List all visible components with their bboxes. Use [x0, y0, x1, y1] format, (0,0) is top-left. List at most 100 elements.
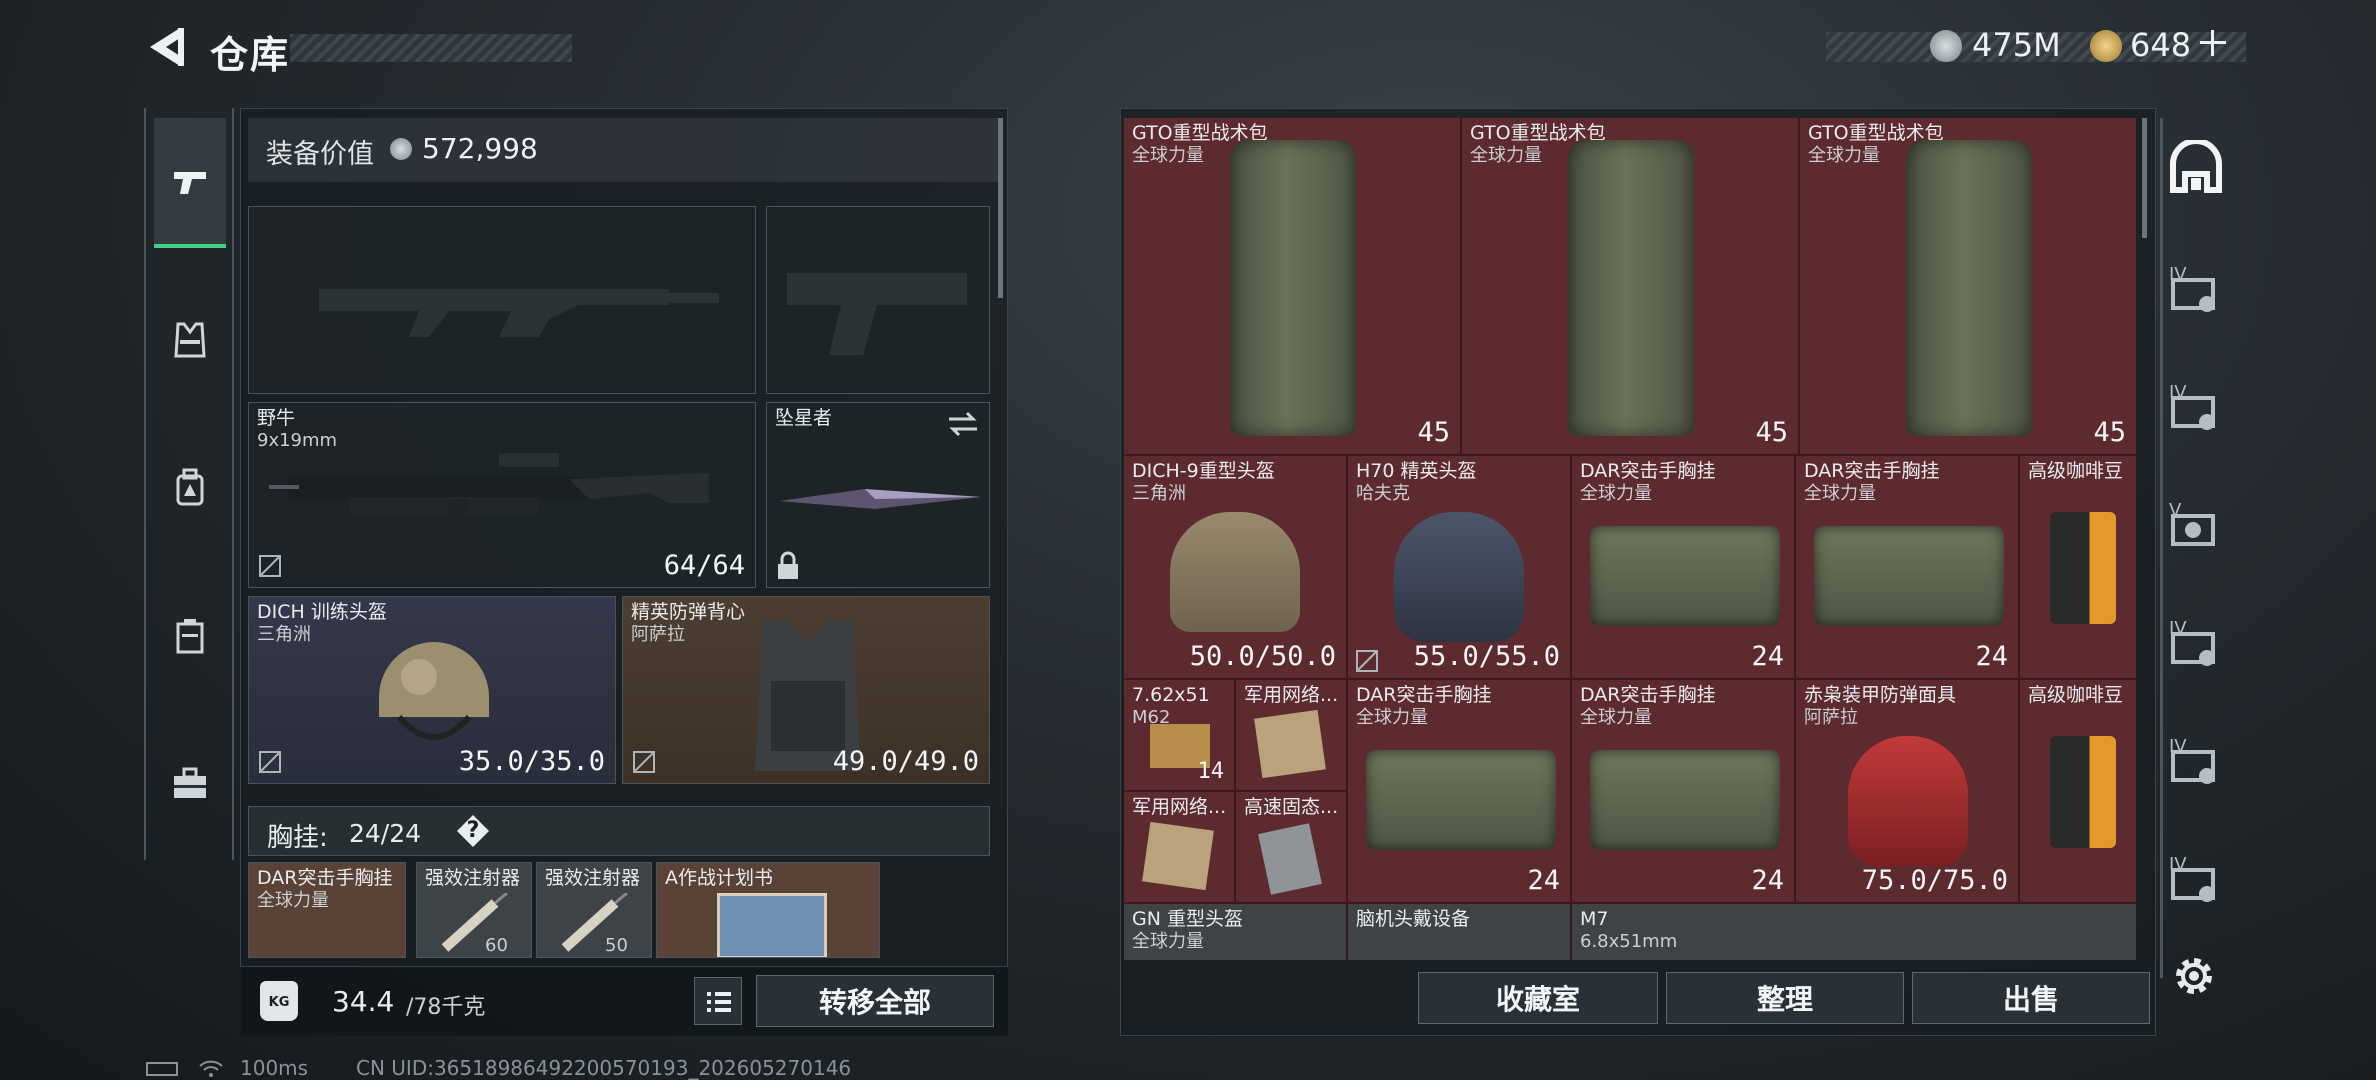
weight-icon: KG: [260, 981, 298, 1021]
back-button[interactable]: [140, 22, 188, 72]
rig-item-dar[interactable]: DAR突击手胸挂 全球力量: [248, 862, 406, 958]
chest-rig-label: 胸挂:: [267, 823, 328, 853]
tab-storage-iv-4[interactable]: IV: [2163, 730, 2229, 796]
tab-chest-rig[interactable]: [154, 276, 226, 406]
storage-item[interactable]: DAR突击手胸挂 全球力量 24: [1572, 680, 1796, 904]
storage-item[interactable]: 脑机头戴设备: [1348, 904, 1572, 960]
sort-button[interactable]: 整理: [1666, 972, 1904, 1024]
vest-icon: [176, 619, 204, 654]
storage-item[interactable]: 高级咖啡豆: [2020, 456, 2136, 680]
backpack-image: [1906, 140, 2032, 436]
ssd-image: [1258, 823, 1322, 895]
storage-item[interactable]: DAR突击手胸挂 全球力量 24: [1348, 680, 1572, 904]
storage-item[interactable]: 高级咖啡豆: [2020, 680, 2136, 904]
back-arrow-icon: [150, 28, 184, 66]
tab-level-label: V: [2169, 500, 2182, 521]
tab-storage-iv-3[interactable]: IV: [2163, 612, 2229, 678]
item-label: 高级咖啡豆: [2028, 460, 2124, 482]
add-currency-button[interactable]: [2196, 26, 2230, 60]
secondary-weapon-slot-empty[interactable]: [766, 206, 990, 394]
item-value: 45: [2093, 417, 2126, 448]
equipment-value: 572,998: [422, 132, 538, 165]
sell-button[interactable]: 出售: [1912, 972, 2150, 1024]
wifi-icon: [199, 1060, 223, 1077]
armor-slot[interactable]: 精英防弹背心 阿萨拉 49.0/49.0: [622, 596, 990, 784]
rig-item-label: 强效注射器: [425, 867, 521, 889]
storage-item[interactable]: DAR突击手胸挂 全球力量 24: [1796, 456, 2020, 680]
loadout-bottom-bar: KG 34.4 /78千克 转移全部: [240, 966, 1008, 1036]
item-label: DAR突击手胸挂 全球力量: [1580, 684, 1716, 728]
tab-storage-iv-5[interactable]: IV: [2163, 848, 2229, 914]
storage-item[interactable]: DAR突击手胸挂 全球力量 24: [1572, 456, 1796, 680]
storage-item[interactable]: M7 6.8x51mm: [1572, 904, 2136, 960]
rig-item-amount: 50: [605, 935, 628, 956]
tab-storage-home[interactable]: [2163, 138, 2229, 206]
storage-scrollbar[interactable]: [2142, 118, 2147, 238]
storage-grid: GTO重型战术包 全球力量 45 GTO重型战术包 全球力量 45 GTO重型战术包…: [1124, 118, 2136, 960]
tab-weapons[interactable]: [154, 118, 226, 248]
storage-item[interactable]: H70 精英头盔 哈夫克 55.0/55.0: [1348, 456, 1572, 680]
storage-item[interactable]: 赤枭装甲防弹面具 阿萨拉 75.0/75.0: [1796, 680, 2020, 904]
tab-storage-iv-1[interactable]: IV: [2163, 258, 2229, 324]
briefcase-icon: [174, 767, 206, 798]
collection-room-button[interactable]: 收藏室: [1418, 972, 1658, 1024]
backpack-image: [1230, 140, 1356, 436]
tab-level-label: IV: [2169, 736, 2187, 757]
storage-item[interactable]: 军用网络...: [1236, 680, 1348, 792]
helmet-image: [1170, 512, 1300, 632]
item-label: 7.62x51 M62: [1132, 684, 1210, 728]
tab-storage-v[interactable]: V: [2163, 494, 2229, 560]
primary-weapon-slot[interactable]: 野牛 9x19mm 64/64: [248, 402, 756, 588]
storage-item[interactable]: 军用网络...: [1124, 792, 1236, 904]
currency-secondary: 648: [2130, 26, 2192, 64]
tab-case[interactable]: [154, 720, 226, 850]
helmet-slot[interactable]: DICH 训练头盔 三角洲 35.0/35.0: [248, 596, 616, 784]
helmet-image: [379, 642, 489, 740]
item-label: 高级咖啡豆: [2028, 684, 2124, 706]
primary-weapon-slot-empty[interactable]: [248, 206, 756, 394]
storage-item[interactable]: GTO重型战术包 全球力量 45: [1462, 118, 1800, 456]
storage-item[interactable]: DICH-9重型头盔 三角洲 50.0/50.0: [1124, 456, 1348, 680]
chest-rig-capacity: 24/24: [349, 819, 422, 848]
currency-primary: 475M: [1972, 26, 2061, 64]
rifle-silhouette-icon: [319, 289, 719, 337]
settings-button[interactable]: [2170, 952, 2218, 1000]
title-decoration: [290, 34, 572, 62]
melee-slot[interactable]: 坠星者: [766, 402, 990, 588]
pistol-silhouette-icon: [787, 273, 967, 355]
tab-backpack[interactable]: [154, 424, 226, 554]
rig-item-injector-1[interactable]: 强效注射器 60: [416, 862, 532, 958]
ping-text: 100ms: [240, 1056, 309, 1080]
tab-armor[interactable]: [154, 572, 226, 702]
item-value: 45: [1417, 417, 1450, 448]
storage-item[interactable]: GTO重型战术包 全球力量 45: [1800, 118, 2136, 456]
help-button[interactable]: ?: [457, 815, 489, 847]
storage-item[interactable]: GTO重型战术包 全球力量 45: [1124, 118, 1462, 456]
loadout-scrollbar[interactable]: [998, 118, 1003, 298]
storage-item[interactable]: GN 重型头盔 全球力量: [1124, 904, 1348, 960]
item-value: 24: [1527, 865, 1560, 896]
item-value: 50.0/50.0: [1189, 641, 1336, 672]
tab-level-label: IV: [2169, 618, 2187, 639]
rig-item-label: A作战计划书: [665, 867, 773, 889]
list-view-button[interactable]: [694, 977, 742, 1025]
item-label: DAR突击手胸挂 全球力量: [1804, 460, 1940, 504]
item-label: GN 重型头盔 全球力量: [1132, 908, 1243, 952]
item-label: 脑机头戴设备: [1356, 908, 1471, 930]
tab-storage-iv-2[interactable]: IV: [2163, 376, 2229, 442]
item-value: 75.0/75.0: [1861, 865, 2008, 896]
transfer-all-button[interactable]: 转移全部: [756, 975, 994, 1027]
item-label: 军用网络...: [1132, 796, 1227, 818]
storage-item[interactable]: 7.62x51 M62 14: [1124, 680, 1236, 792]
item-label: DICH-9重型头盔 三角洲: [1132, 460, 1275, 504]
swap-icon: [949, 411, 977, 437]
item-label: H70 精英头盔 哈夫克: [1356, 460, 1477, 504]
ammo-count: 64/64: [663, 550, 745, 581]
rig-item-injector-2[interactable]: 强效注射器 50: [536, 862, 652, 958]
helmet-durability: 35.0/35.0: [458, 746, 605, 777]
item-value: 14: [1197, 759, 1225, 784]
storage-item[interactable]: 高速固态...: [1236, 792, 1348, 904]
unequip-disabled-icon: [259, 555, 281, 577]
rig-item-operation-plan[interactable]: A作战计划书: [656, 862, 880, 958]
storage-tabs: IV IV V IV IV IV: [2160, 118, 2226, 978]
